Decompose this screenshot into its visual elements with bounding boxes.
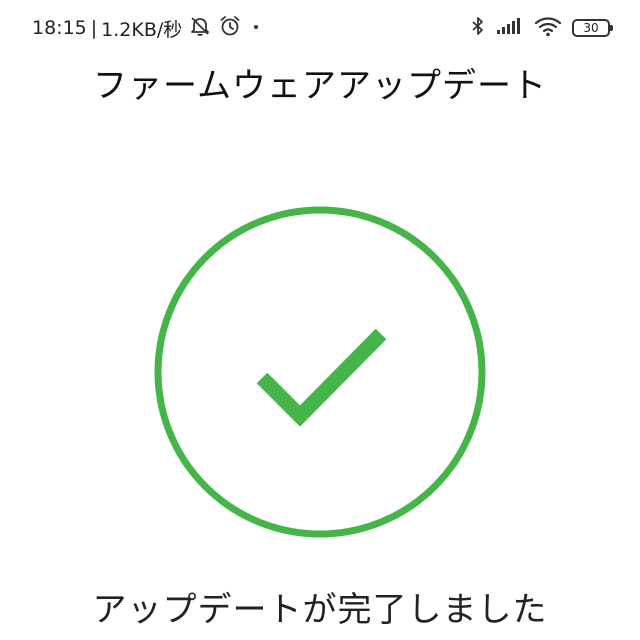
status-right: 30 bbox=[470, 14, 613, 42]
alarm-icon bbox=[218, 14, 242, 43]
status-time: 18:15 bbox=[32, 17, 87, 39]
bluetooth-icon bbox=[470, 14, 486, 42]
network-speed: 1.2KB/秒 bbox=[101, 18, 183, 41]
status-left: 18:15 | 1.2KB/秒 bbox=[32, 14, 264, 42]
battery-level: 30 bbox=[583, 21, 599, 35]
dot-icon bbox=[248, 14, 264, 43]
page-title: ファームウェアアップデート bbox=[93, 66, 547, 106]
firmware-update-screen: 18:15 | 1.2KB/秒 30 ファームウェアアップデート アップデートが… bbox=[0, 0, 640, 640]
status-bar: 18:15 | 1.2KB/秒 30 bbox=[0, 0, 640, 56]
completion-message: アップデートが完了しました bbox=[92, 590, 548, 630]
checkmark-icon bbox=[256, 328, 387, 427]
battery-icon: 30 bbox=[572, 19, 613, 37]
wifi-icon bbox=[534, 14, 562, 42]
success-circle bbox=[154, 206, 486, 538]
cellular-signal-icon bbox=[496, 14, 524, 42]
notification-muted-icon bbox=[188, 14, 212, 43]
checkmark-circle-icon bbox=[150, 202, 490, 542]
status-separator: | bbox=[90, 17, 98, 39]
